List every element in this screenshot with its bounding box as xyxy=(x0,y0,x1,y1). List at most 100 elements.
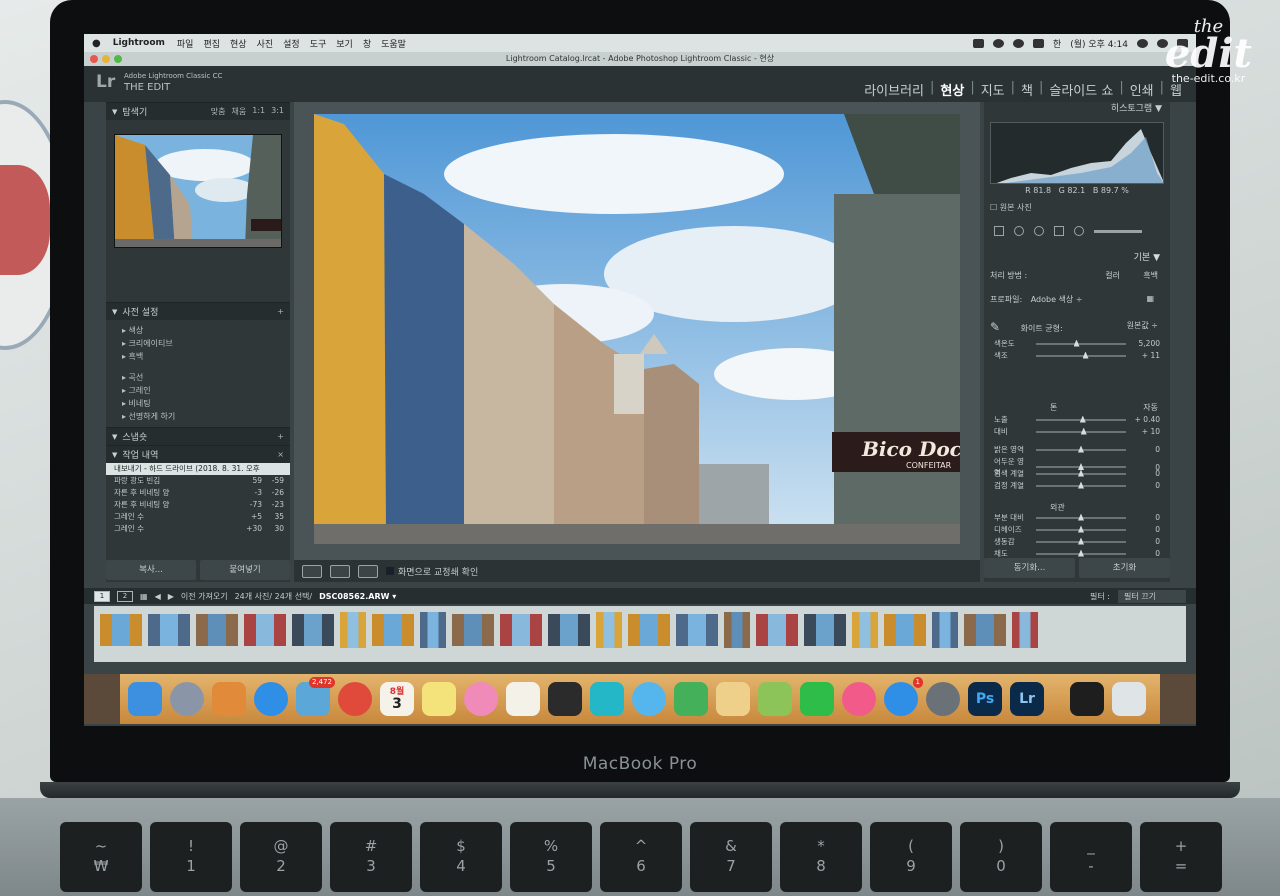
menu-help[interactable]: 도움말 xyxy=(381,37,406,50)
show-original-checkbox[interactable]: ☐ 원본 사진 xyxy=(990,202,1032,213)
filmstrip-thumbnail[interactable] xyxy=(932,612,958,648)
grid-view-icon[interactable]: ▦ xyxy=(140,592,148,601)
filmstrip-thumbnail[interactable] xyxy=(724,612,750,648)
basic-slider-row[interactable]: 부분 대비 0 xyxy=(990,512,1164,523)
calendar-icon[interactable]: 8월 3 xyxy=(380,682,414,716)
white-balance-dropdown[interactable]: 원본값 ÷ xyxy=(1127,320,1158,331)
zoom-fill[interactable]: 채움 xyxy=(232,106,247,117)
filmstrip-thumbnail[interactable] xyxy=(452,614,494,646)
histogram-header[interactable]: 히스토그램 ▼ xyxy=(984,102,1170,116)
menu-settings[interactable]: 설정 xyxy=(283,37,300,50)
filmstrip-thumbnail[interactable] xyxy=(196,614,238,646)
system-preferences-icon[interactable] xyxy=(926,682,960,716)
filmstrip-thumbnail[interactable] xyxy=(804,614,846,646)
add-preset-icon[interactable]: + xyxy=(277,307,284,316)
clear-history-icon[interactable]: × xyxy=(277,450,284,459)
close-window-icon[interactable] xyxy=(90,55,98,63)
filmstrip-thumbnail[interactable] xyxy=(964,614,1006,646)
basic-slider-row[interactable]: 흰색 계열 0 xyxy=(990,468,1164,479)
history-item[interactable]: 그레인 수 +5 35 xyxy=(106,511,290,523)
app-store-icon[interactable]: 1 xyxy=(884,677,923,716)
history-item[interactable]: 자른 후 비네팅 양 -73 -23 xyxy=(106,499,290,511)
history-item[interactable]: 파랑 광도 빈김 59 -59 xyxy=(106,475,290,487)
filmstrip-filename[interactable]: DSC08562.ARW ▾ xyxy=(319,592,396,601)
slider-value[interactable]: 0 xyxy=(1132,537,1164,546)
history-header[interactable]: ▼ 작업 내역 × xyxy=(106,445,290,463)
slider-value[interactable]: 5,200 xyxy=(1132,339,1164,348)
slider-knob[interactable] xyxy=(1080,427,1087,435)
filmstrip-thumbnail[interactable] xyxy=(340,612,366,648)
profile-dropdown[interactable]: Adobe 색상 ÷ xyxy=(1031,295,1083,304)
module-book[interactable]: 책 xyxy=(1021,80,1033,99)
zoom-window-icon[interactable] xyxy=(114,55,122,63)
slider-value[interactable]: 0 xyxy=(1132,549,1164,558)
slider-track[interactable] xyxy=(1036,513,1126,521)
messages-icon[interactable] xyxy=(632,682,666,716)
minimize-window-icon[interactable] xyxy=(102,55,110,63)
basic-slider-row[interactable]: 대비 + 10 xyxy=(990,426,1164,437)
chrome-icon[interactable] xyxy=(338,682,372,716)
menu-photo[interactable]: 사진 xyxy=(257,37,274,50)
sync-button[interactable]: 동기화... xyxy=(984,558,1075,578)
soft-proof-checkbox[interactable] xyxy=(386,567,394,575)
slider-knob[interactable] xyxy=(1078,469,1084,477)
spotlight-search-icon[interactable] xyxy=(1137,38,1148,48)
menu-clock[interactable]: (월) 오후 4:14 xyxy=(1070,37,1128,50)
numbers-icon[interactable] xyxy=(758,682,792,716)
slider-knob[interactable] xyxy=(1078,445,1084,453)
slider-track[interactable] xyxy=(1036,427,1126,435)
history-item[interactable]: 자른 후 비네팅 양 -3 -26 xyxy=(106,487,290,499)
module-develop[interactable]: 현상 xyxy=(940,80,964,99)
mail-icon[interactable]: 2,472 xyxy=(296,677,335,716)
reset-button[interactable]: 초기화 xyxy=(1079,558,1170,578)
adjustment-brush-slider-icon[interactable] xyxy=(1094,229,1142,233)
slider-value[interactable]: 0 xyxy=(1132,469,1164,478)
downloads-stack-icon[interactable] xyxy=(1070,682,1104,716)
slider-track[interactable] xyxy=(1036,537,1126,545)
presets-header[interactable]: ▼ 사전 설정 + xyxy=(106,302,290,320)
preset-group-sharpen[interactable]: ▸ 선명하게 하기 xyxy=(122,410,290,423)
pages-icon[interactable] xyxy=(716,682,750,716)
filmstrip-source[interactable]: 이전 가져오기 xyxy=(181,591,228,602)
navigator-preview[interactable] xyxy=(114,134,282,248)
spot-removal-tool-icon[interactable] xyxy=(1014,226,1024,236)
filmstrip-thumbnail[interactable] xyxy=(500,614,542,646)
filmstrip-thumbnail[interactable] xyxy=(292,614,334,646)
launchpad-icon[interactable] xyxy=(170,682,204,716)
input-language-indicator[interactable]: 한 xyxy=(1053,37,1061,50)
before-after-icon[interactable] xyxy=(330,564,350,578)
preset-group-curve[interactable]: ▸ 곡선 xyxy=(122,371,290,384)
filter-dropdown[interactable]: 필터 끄기 xyxy=(1118,589,1186,603)
red-eye-tool-icon[interactable] xyxy=(1034,226,1044,236)
treatment-color-option[interactable]: 컬러 xyxy=(1105,270,1120,281)
filmstrip-thumbnail[interactable] xyxy=(420,612,446,648)
slider-track[interactable] xyxy=(1036,445,1126,453)
filmstrip-thumbnail[interactable] xyxy=(372,614,414,646)
apple-icon[interactable]: ● xyxy=(92,38,101,49)
basic-panel-header[interactable]: 기본 ▼ xyxy=(984,250,1170,263)
filmstrip-thumbnail[interactable] xyxy=(148,614,190,646)
primary-window-button[interactable]: 1 xyxy=(94,590,110,602)
histogram-chart[interactable] xyxy=(990,122,1164,184)
slider-value[interactable]: + 11 xyxy=(1132,351,1164,360)
tone-auto-button[interactable]: 자동 xyxy=(1143,402,1158,413)
preset-group-bw[interactable]: ▸ 흑백 xyxy=(122,350,290,363)
textedit-icon[interactable] xyxy=(506,682,540,716)
history-item[interactable]: 내보내기 - 하드 드라이브 (2018. 8. 31. 오후 5:35:08) xyxy=(106,463,290,485)
filmstrip-thumbnail[interactable] xyxy=(756,614,798,646)
eye-icon[interactable] xyxy=(992,38,1004,48)
slider-track[interactable] xyxy=(1036,481,1126,489)
slider-value[interactable]: 0 xyxy=(1132,445,1164,454)
menu-tools[interactable]: 도구 xyxy=(310,37,327,50)
basic-slider-row[interactable]: 검정 계열 0 xyxy=(990,480,1164,491)
filmstrip-thumbnail[interactable] xyxy=(100,614,142,646)
zoom-1-1[interactable]: 1:1 xyxy=(252,106,265,117)
paste-settings-button[interactable]: 붙여넣기 xyxy=(200,560,290,580)
navigator-header[interactable]: ▼ 탐색기 맞춤 채움 1:1 3:1 xyxy=(106,102,290,120)
slider-knob[interactable] xyxy=(1079,415,1086,423)
slider-value[interactable]: 0 xyxy=(1132,525,1164,534)
basic-slider-row[interactable]: 색조 + 11 xyxy=(990,350,1164,361)
radial-filter-icon[interactable] xyxy=(1074,226,1084,236)
notes-app-icon[interactable] xyxy=(212,682,246,716)
profile-browser-icon[interactable]: ▦ xyxy=(1146,294,1154,303)
